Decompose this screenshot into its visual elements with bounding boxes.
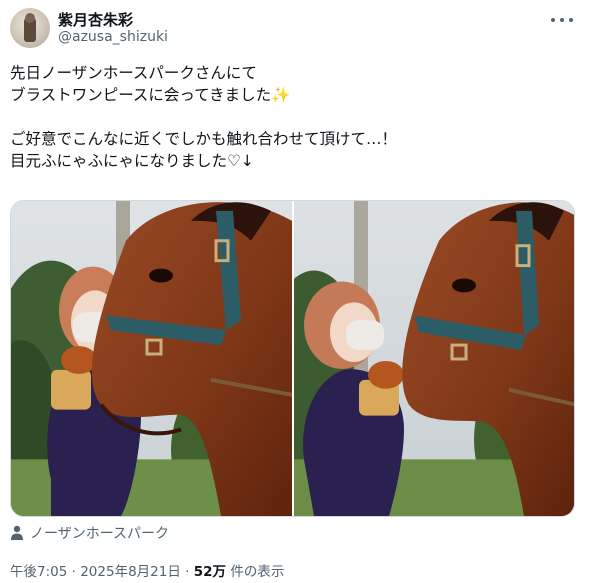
- tweet-header: 紫月杏朱彩 @azusa_shizuki: [8, 8, 581, 48]
- media-grid: [10, 200, 575, 517]
- avatar[interactable]: [10, 8, 50, 48]
- photo-1[interactable]: [11, 201, 292, 516]
- tweet-text: 先日ノーザンホースパークさんにて ブラストワンピースに会ってきました✨ ご好意で…: [10, 62, 570, 172]
- avatar-head: [25, 13, 35, 23]
- meta-separator: ·: [71, 564, 76, 580]
- views-label: 件の表示: [230, 564, 285, 580]
- photo-2[interactable]: [294, 201, 574, 516]
- location-tag[interactable]: ノーザンホースパーク: [10, 524, 169, 542]
- sparkles-icon: ✨: [271, 86, 291, 104]
- author-display-name[interactable]: 紫月杏朱彩: [58, 9, 133, 30]
- tweet-line-5: 目元ふにゃふにゃになりました♡↓: [10, 152, 254, 170]
- tweet-date[interactable]: 2025年8月21日: [80, 564, 181, 580]
- tweet-line-2: ブラストワンピースに会ってきました✨: [10, 84, 570, 106]
- location-label[interactable]: ノーザンホースパーク: [30, 523, 169, 543]
- tweet-line-4: ご好意でこんなに近くでしかも触れ合わせて頂けて…！: [10, 130, 398, 148]
- person-location-icon: [11, 525, 23, 540]
- tweet-time[interactable]: 午後7:05: [10, 564, 67, 580]
- tweet-meta: 午後7:05 · 2025年8月21日 · 52万 件の表示: [10, 560, 284, 580]
- views-count: 52万: [193, 564, 227, 580]
- more-options-icon[interactable]: [551, 12, 573, 28]
- meta-separator-2: ·: [185, 564, 190, 580]
- tweet-line-1: 先日ノーザンホースパークさんにて: [10, 64, 257, 82]
- tweet-line-2-text: ブラストワンピースに会ってきました: [10, 86, 272, 104]
- author-handle[interactable]: @azusa_shizuki: [58, 29, 168, 45]
